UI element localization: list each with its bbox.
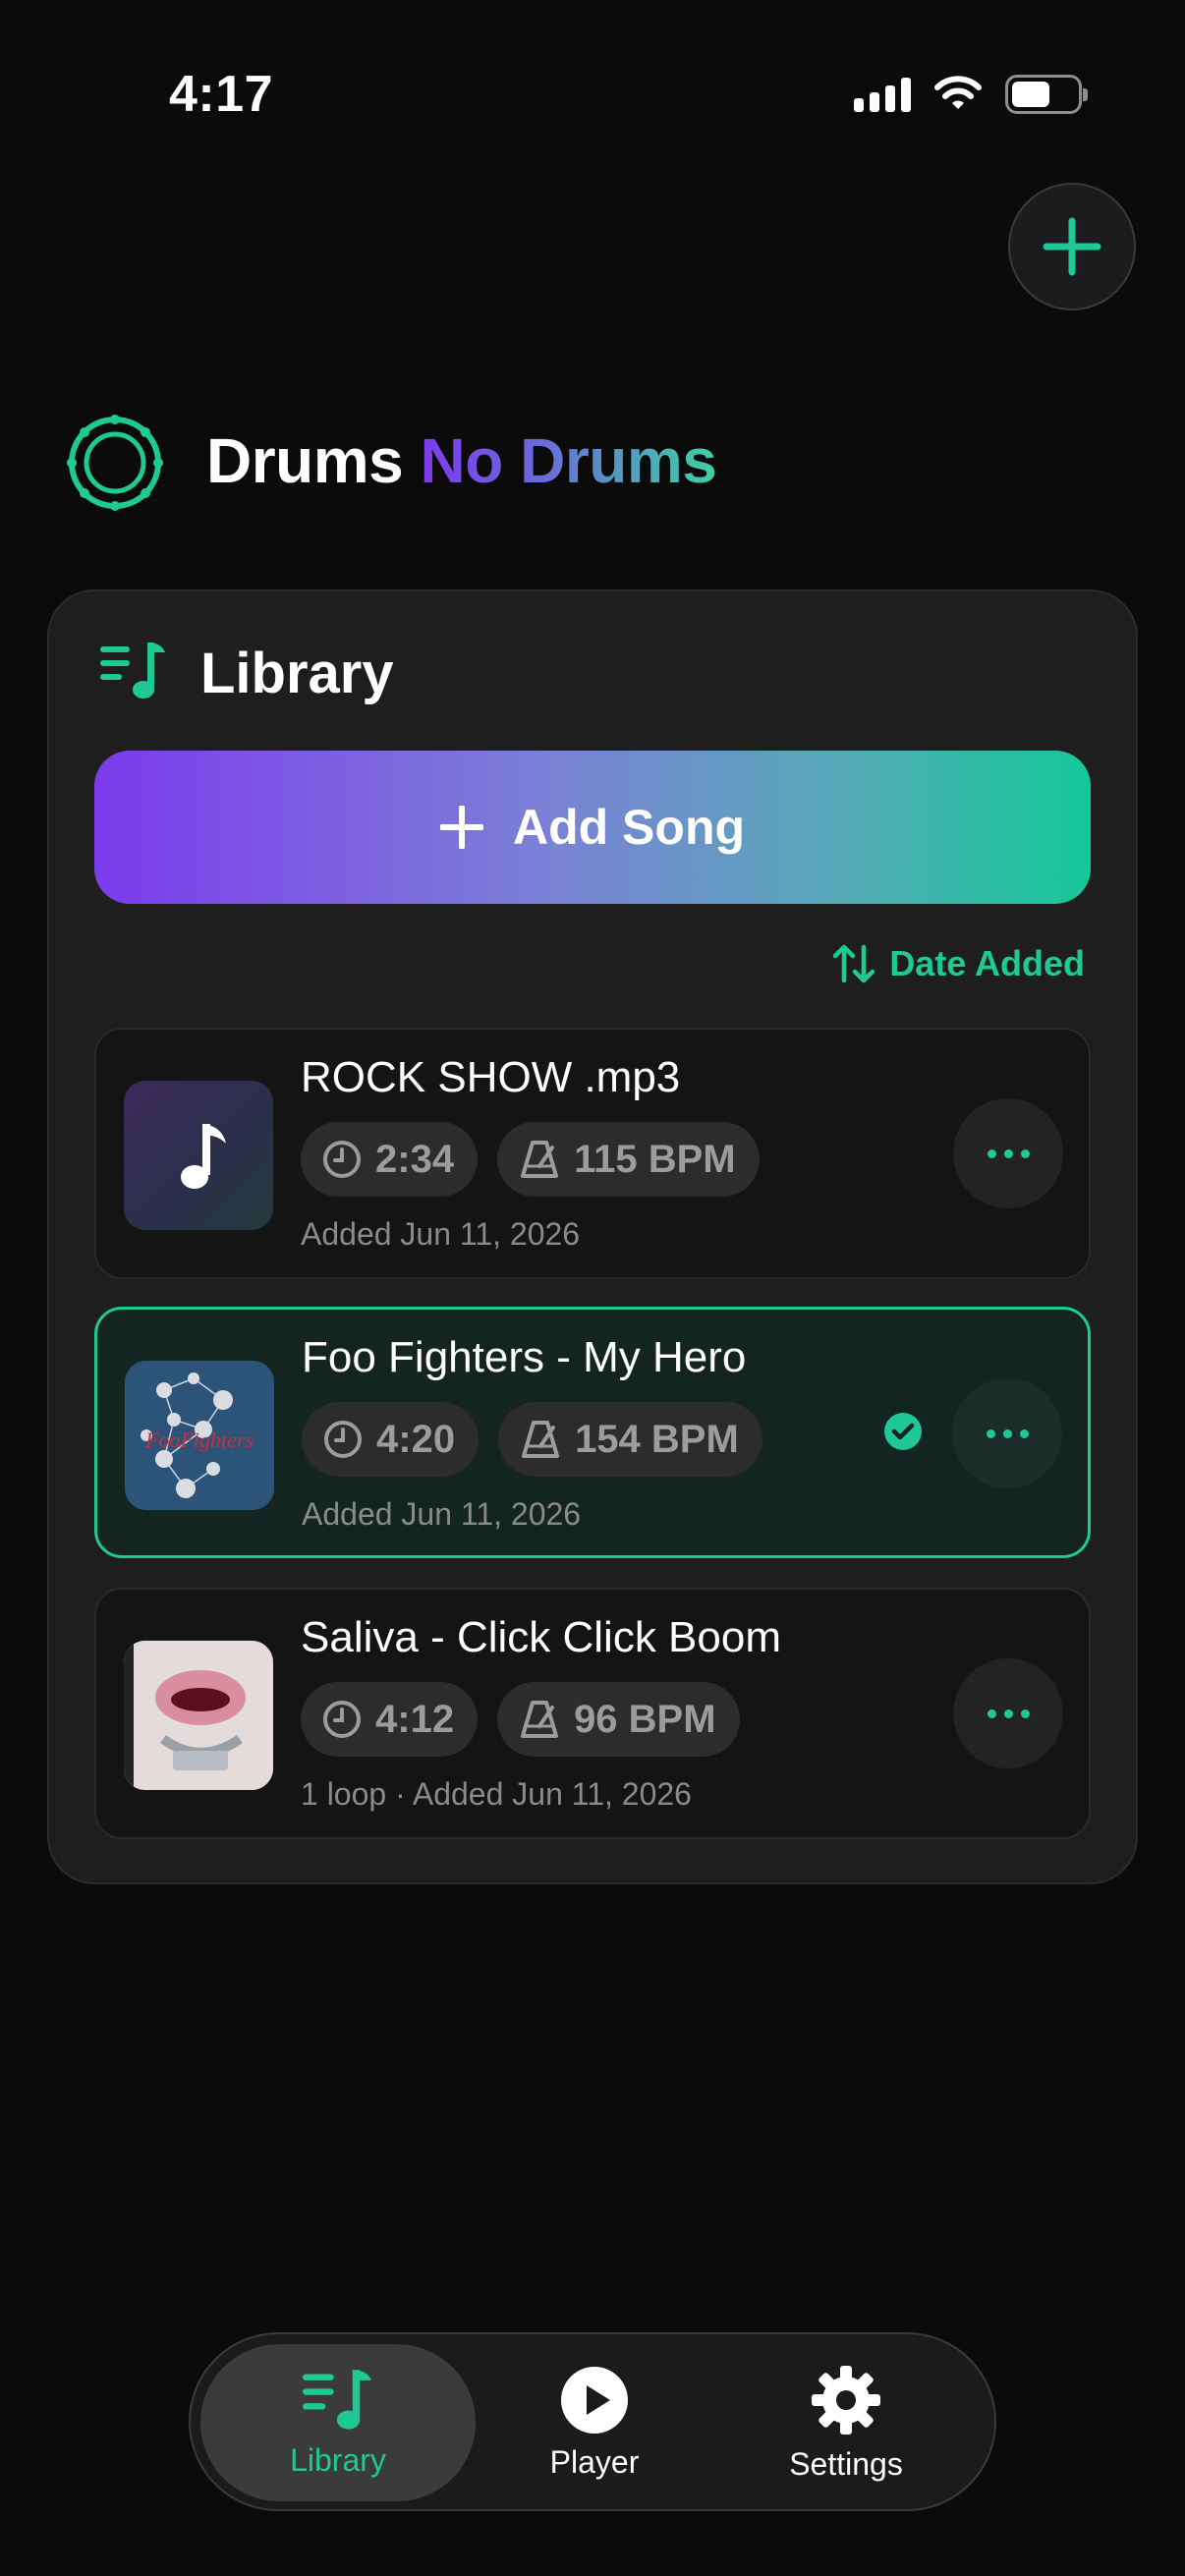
- tab-settings[interactable]: Settings: [708, 2344, 984, 2501]
- song-chips: 4:20 154 BPM: [302, 1402, 762, 1477]
- duration-label: 2:34: [375, 1137, 455, 1181]
- song-meta: Added Jun 11, 2026: [302, 1496, 582, 1532]
- selected-check-icon: [884, 1413, 922, 1450]
- add-song-button[interactable]: Add Song: [94, 751, 1091, 904]
- clock-icon: [323, 1701, 361, 1738]
- song-title: Foo Fighters - My Hero: [302, 1333, 747, 1381]
- bpm-chip: 96 BPM: [497, 1682, 740, 1757]
- album-art: [124, 1081, 273, 1230]
- add-button-top[interactable]: [1008, 183, 1136, 310]
- metronome-icon: [522, 1421, 560, 1458]
- song-row[interactable]: ROCK SHOW .mp3 2:34 115 BPM Added Jun 11…: [94, 1028, 1091, 1279]
- album-art: [124, 1641, 273, 1790]
- song-meta: 1 loop · Added Jun 11, 2026: [301, 1776, 692, 1812]
- clock-icon: [323, 1141, 361, 1178]
- wifi-icon: [934, 76, 982, 109]
- more-options-button[interactable]: [953, 1098, 1063, 1208]
- status-time: 4:17: [169, 66, 274, 123]
- bpm-label: 115 BPM: [574, 1137, 736, 1181]
- tab-label: Settings: [789, 2445, 903, 2482]
- app-title-part2: No Drums: [420, 425, 717, 496]
- app-title: Drums No Drums: [206, 424, 717, 497]
- album-art-image: [124, 1641, 273, 1790]
- tab-label: Library: [290, 2441, 386, 2478]
- sort-button[interactable]: Date Added: [832, 943, 1085, 984]
- album-art-image: FooFighters: [125, 1361, 274, 1510]
- plus-icon: [1043, 217, 1101, 276]
- song-title: Saliva - Click Click Boom: [301, 1613, 781, 1661]
- duration-chip: 2:34: [301, 1122, 479, 1197]
- album-art: FooFighters: [125, 1361, 274, 1510]
- bpm-label: 96 BPM: [574, 1697, 716, 1741]
- bpm-chip: 154 BPM: [498, 1402, 762, 1477]
- app-screen: 4:17 Drums No Drums Library Add Song Dat…: [0, 0, 1185, 2576]
- library-card: Library Add Song Date Added ROCK SHOW .m…: [47, 589, 1138, 1884]
- duration-label: 4:12: [375, 1697, 455, 1741]
- status-icons: [854, 75, 1088, 114]
- duration-label: 4:20: [376, 1417, 456, 1461]
- add-song-label: Add Song: [512, 800, 746, 855]
- plus-icon: [439, 806, 483, 849]
- library-music-icon: [100, 643, 165, 699]
- more-options-button[interactable]: [952, 1378, 1062, 1488]
- svg-text:FooFighters: FooFighters: [144, 1428, 254, 1452]
- bpm-chip: 115 BPM: [497, 1122, 760, 1197]
- song-row[interactable]: Saliva - Click Click Boom 4:12 96 BPM 1 …: [94, 1588, 1091, 1839]
- song-chips: 2:34 115 BPM: [301, 1122, 760, 1197]
- sort-arrows-icon: [833, 944, 875, 983]
- app-title-part1: Drums: [206, 425, 404, 496]
- library-title: Library: [200, 642, 394, 705]
- tab-label: Player: [549, 2443, 640, 2480]
- tab-library[interactable]: Library: [200, 2344, 476, 2501]
- song-title: ROCK SHOW .mp3: [301, 1053, 681, 1101]
- sort-label: Date Added: [889, 943, 1085, 983]
- song-chips: 4:12 96 BPM: [301, 1682, 740, 1757]
- duration-chip: 4:20: [302, 1402, 480, 1477]
- song-row-selected[interactable]: FooFighters Foo Fighters - My Hero 4:20: [94, 1307, 1091, 1558]
- tab-player[interactable]: Player: [457, 2344, 732, 2501]
- duration-chip: 4:12: [301, 1682, 479, 1757]
- gear-icon: [812, 2365, 880, 2435]
- song-meta: Added Jun 11, 2026: [301, 1216, 581, 1252]
- bottom-tab-bar: Library Player Settings: [189, 2332, 996, 2511]
- metronome-icon: [521, 1141, 559, 1178]
- play-circle-icon: [561, 2366, 628, 2434]
- clock-icon: [324, 1421, 362, 1458]
- cellular-signal-icon: [854, 77, 911, 112]
- drum-logo-icon: [67, 415, 163, 511]
- battery-icon: [1005, 75, 1088, 114]
- more-options-button[interactable]: [953, 1658, 1063, 1768]
- metronome-icon: [521, 1701, 559, 1738]
- bpm-label: 154 BPM: [575, 1417, 739, 1461]
- music-note-icon: [181, 1124, 226, 1189]
- library-music-icon: [303, 2369, 371, 2430]
